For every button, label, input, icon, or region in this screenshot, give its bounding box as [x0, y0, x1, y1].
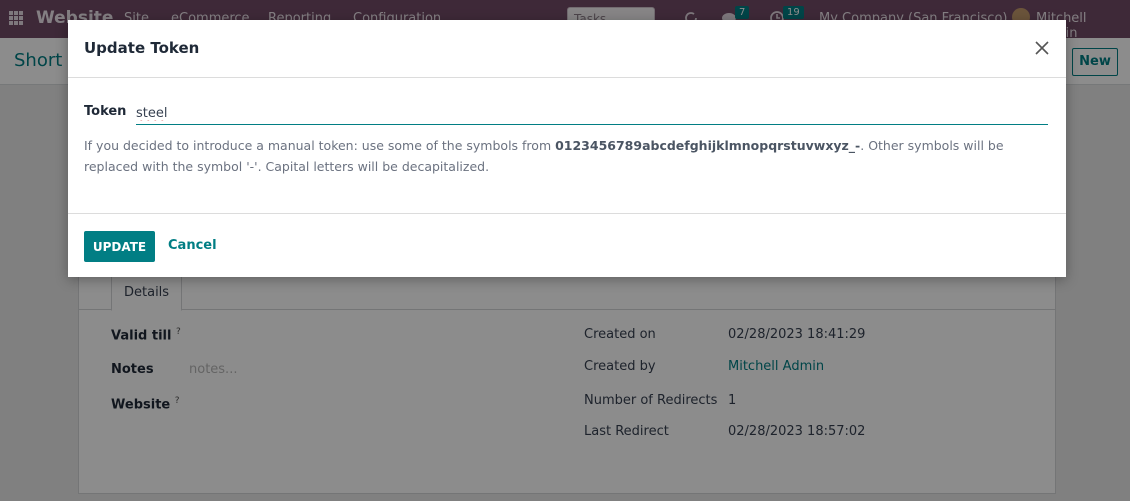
update-button[interactable]: UPDATE [84, 231, 155, 262]
token-help-text: If you decided to introduce a manual tok… [84, 138, 1004, 174]
update-token-dialog: Update Token Token If you decided to int… [68, 20, 1066, 277]
token-input[interactable] [136, 102, 1048, 125]
dialog-footer: UPDATE Cancel [68, 213, 1066, 278]
dialog-header: Update Token [68, 20, 1066, 78]
token-label: Token [84, 104, 127, 119]
dialog-title: Update Token [84, 39, 200, 57]
cancel-button[interactable]: Cancel [168, 238, 217, 253]
close-icon[interactable] [1034, 40, 1050, 56]
